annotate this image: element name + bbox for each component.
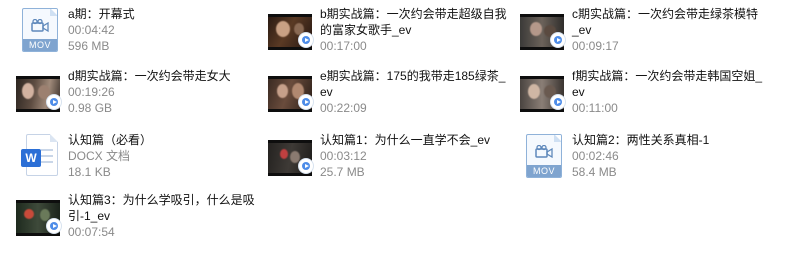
play-icon bbox=[298, 94, 314, 110]
file-title: d期实战篇：一次约会带走女大 bbox=[68, 69, 231, 83]
play-icon bbox=[46, 94, 62, 110]
file-duration: 00:22:09 bbox=[320, 101, 367, 115]
play-icon bbox=[298, 32, 314, 48]
file-title: b期实战篇：一次约会带走超级自我的富家女歌手_ev bbox=[320, 7, 507, 37]
file-item-f[interactable]: f期实战篇：一次约会带走韩国空姐_ev 00:11:00 bbox=[520, 68, 775, 126]
file-title: a期：开幕式 bbox=[68, 7, 135, 21]
file-size: 18.1 KB bbox=[68, 165, 111, 179]
video-thumbnail-icon bbox=[268, 132, 316, 180]
file-item-cognition-2[interactable]: MOV 认知篇2：两性关系真相-1 00:02:46 58.4 MB bbox=[520, 132, 775, 190]
file-item-e[interactable]: e期实战篇：175的我带走185绿茶_ev 00:22:09 bbox=[268, 68, 523, 126]
docx-file-icon: W bbox=[16, 132, 64, 180]
file-title: 认知篇1：为什么一直学不会_ev bbox=[320, 133, 491, 147]
file-size: 0.98 GB bbox=[68, 101, 113, 115]
file-item-cognition-3[interactable]: 认知篇3：为什么学吸引，什么是吸引-1_ev 00:07:54 bbox=[16, 192, 271, 250]
file-title: f期实战篇：一次约会带走韩国空姐_ev bbox=[572, 69, 763, 99]
file-size: 596 MB bbox=[68, 39, 110, 53]
file-title: 认知篇3：为什么学吸引，什么是吸引-1_ev bbox=[68, 193, 255, 223]
file-item-c[interactable]: c期实战篇：一次约会带走绿茶模特_ev 00:09:17 bbox=[520, 6, 775, 64]
file-duration: 00:11:00 bbox=[572, 101, 618, 115]
video-thumbnail-icon bbox=[520, 6, 568, 54]
mov-file-icon: MOV bbox=[16, 6, 64, 54]
file-duration: 00:04:42 bbox=[68, 23, 115, 37]
mov-file-icon: MOV bbox=[520, 132, 568, 180]
file-item-cognition-1[interactable]: 认知篇1：为什么一直学不会_ev 00:03:12 25.7 MB bbox=[268, 132, 523, 190]
video-thumbnail-icon bbox=[16, 192, 64, 240]
file-duration: 00:19:26 bbox=[68, 85, 115, 99]
file-size: 58.4 MB bbox=[572, 165, 617, 179]
file-item-cognition-required[interactable]: W 认知篇（必看） DOCX 文档 18.1 KB bbox=[16, 132, 271, 190]
file-title: c期实战篇：一次约会带走绿茶模特_ev bbox=[572, 7, 759, 37]
file-title: e期实战篇：175的我带走185绿茶_ev bbox=[320, 69, 506, 99]
play-icon bbox=[550, 94, 566, 110]
video-thumbnail-icon bbox=[268, 68, 316, 116]
play-icon bbox=[298, 158, 314, 174]
video-thumbnail-icon bbox=[16, 68, 64, 116]
file-duration: 00:02:46 bbox=[572, 149, 619, 163]
file-title: 认知篇2：两性关系真相-1 bbox=[572, 133, 710, 147]
play-icon bbox=[550, 32, 566, 48]
file-size: 25.7 MB bbox=[320, 165, 365, 179]
file-title: 认知篇（必看） bbox=[68, 133, 153, 147]
play-icon bbox=[46, 218, 62, 234]
file-duration: 00:07:54 bbox=[68, 225, 115, 239]
file-item-b[interactable]: b期实战篇：一次约会带走超级自我的富家女歌手_ev 00:17:00 bbox=[268, 6, 523, 64]
video-thumbnail-icon bbox=[268, 6, 316, 54]
video-thumbnail-icon bbox=[520, 68, 568, 116]
file-grid: MOV a期：开幕式 00:04:42 596 MB b期实战篇：一次约会带走超… bbox=[0, 0, 788, 253]
file-duration: 00:17:00 bbox=[320, 39, 367, 53]
file-type: DOCX 文档 bbox=[68, 149, 131, 163]
file-duration: 00:03:12 bbox=[320, 149, 367, 163]
file-item-d[interactable]: d期实战篇：一次约会带走女大 00:19:26 0.98 GB bbox=[16, 68, 271, 126]
file-duration: 00:09:17 bbox=[572, 39, 619, 53]
file-item-a[interactable]: MOV a期：开幕式 00:04:42 596 MB bbox=[16, 6, 271, 64]
